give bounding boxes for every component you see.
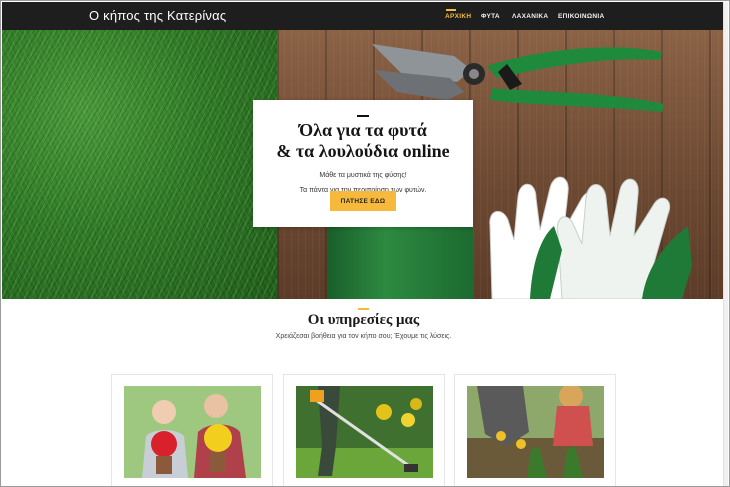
hero-title: Όλα για τα φυτά & τα λουλούδια online <box>253 120 473 162</box>
hero-card: Όλα για τα φυτά & τα λουλούδια online Μά… <box>253 100 473 227</box>
nav-item-home[interactable]: ΑΡΧΙΚΗ <box>445 9 471 20</box>
hero-title-line-1: Όλα για τα φυτά <box>299 120 427 140</box>
page-scrollbar[interactable] <box>723 2 728 486</box>
top-navbar: Ο κήπος της Κατερίνας ΑΡΧΙΚΗ ΦΥΤΑ ΛΑΧΑΝΙ… <box>2 2 725 30</box>
services-section: Οι υπηρεσίες μας Χρειάζεσαι βοήθεια για … <box>2 299 725 486</box>
service-card-1[interactable] <box>111 374 273 486</box>
grass-trimmer-photo[interactable] <box>296 386 433 478</box>
couple-holding-flowers-photo[interactable] <box>124 386 261 478</box>
hero-subtitle-1: Μάθε τα μυστικά της φύσης! <box>319 172 407 179</box>
nav-item-vegetables[interactable]: ΛΑΧΑΝΙΚΑ <box>512 13 548 20</box>
cta-button[interactable]: ΠΑΤΗΣΕ ΕΔΩ <box>330 191 396 211</box>
hero-section: Όλα για τα φυτά & τα λουλούδια online Μά… <box>2 30 725 299</box>
nav-item-contact[interactable]: ΕΠΙΚΟΙΝΩΝΙΑ <box>558 13 605 20</box>
site-brand[interactable]: Ο κήπος της Κατερίνας <box>89 8 226 23</box>
services-subtitle: Χρειάζεσαι βοήθεια για τον κήπο σου; Έχο… <box>275 333 452 340</box>
gardeners-planting-photo[interactable] <box>467 386 604 478</box>
nav-item-plants[interactable]: ΦΥΤΑ <box>481 13 500 20</box>
hero-title-line-2: & τα λουλούδια online <box>276 141 450 161</box>
service-card-3[interactable] <box>454 374 616 486</box>
gardening-gloves-icon <box>489 176 692 299</box>
browser-viewport: Ο κήπος της Κατερίνας ΑΡΧΙΚΗ ΦΥΤΑ ΛΑΧΑΝΙ… <box>0 0 730 487</box>
hero-title-underline <box>357 115 369 117</box>
services-title-underline <box>358 308 369 310</box>
services-title: Οι υπηρεσίες μας <box>307 312 420 328</box>
service-card-2[interactable] <box>283 374 445 486</box>
